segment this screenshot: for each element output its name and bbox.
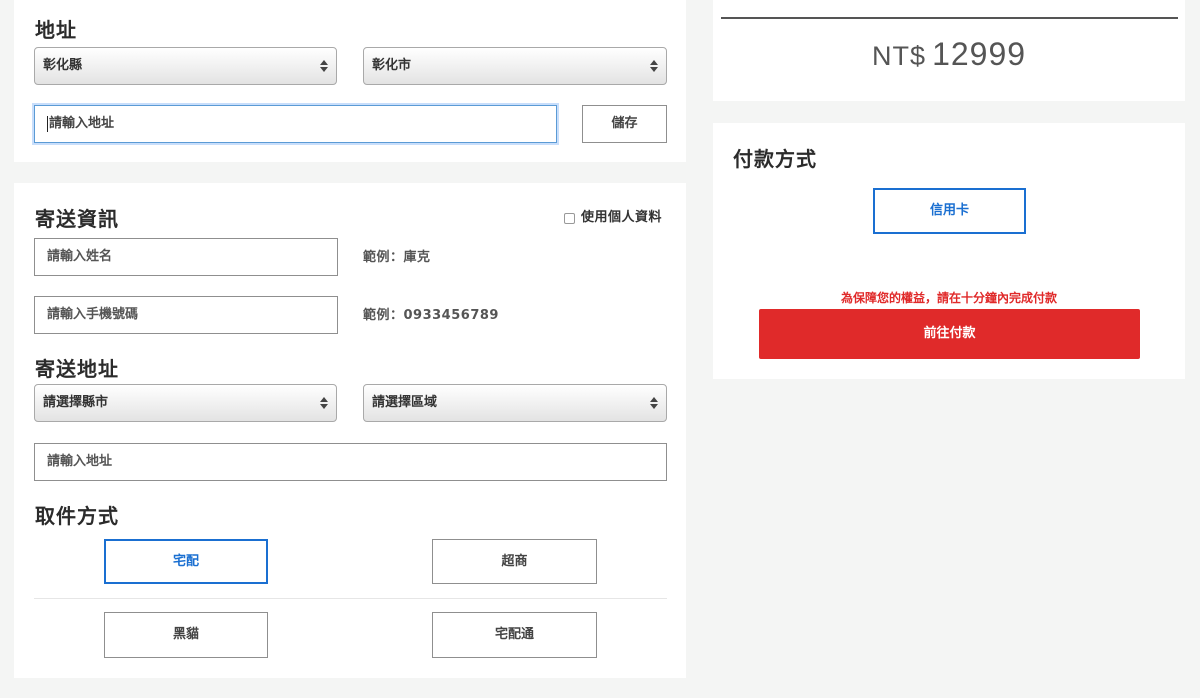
pickup-option-black-cat[interactable]: 黑貓	[104, 612, 268, 658]
credit-card-option[interactable]: 信用卡	[873, 188, 1026, 234]
shipping-address-input[interactable]: 請輸入地址	[34, 443, 667, 481]
name-hint: 範例：庫克	[363, 250, 431, 265]
select-arrows-icon	[320, 57, 328, 75]
shipping-info-title: 寄送資訊	[35, 207, 119, 231]
city-select[interactable]: 彰化市	[363, 47, 667, 85]
address-input-placeholder: 請輸入地址	[49, 116, 115, 131]
city-select-value: 彰化市	[372, 58, 412, 73]
address-card: 地址 彰化縣 彰化市 請輸入地址 儲存	[14, 0, 686, 162]
shipping-address-title: 寄送地址	[35, 357, 119, 381]
currency-label: NT$	[871, 41, 926, 71]
county-select[interactable]: 彰化縣	[34, 47, 337, 85]
pickup-option-home-delivery[interactable]: 宅配	[104, 539, 268, 584]
total-value: 12999	[932, 36, 1027, 72]
pickup-option-express[interactable]: 宅配通	[432, 612, 597, 658]
payment-title: 付款方式	[733, 147, 817, 171]
pickup-divider	[34, 598, 667, 599]
shipping-county-value: 請選擇縣市	[43, 395, 109, 410]
use-profile-label[interactable]: 使用個人資料	[581, 206, 662, 225]
name-input[interactable]: 請輸入姓名	[34, 238, 338, 276]
select-arrows-icon	[650, 57, 658, 75]
select-arrows-icon	[320, 394, 328, 412]
payment-card: 付款方式 信用卡 為保障您的權益，請在十分鐘內完成付款 前往付款	[713, 123, 1185, 379]
shipping-county-select[interactable]: 請選擇縣市	[34, 384, 337, 422]
address-input[interactable]: 請輸入地址	[34, 105, 557, 143]
pickup-title: 取件方式	[35, 504, 119, 528]
total-top-rule	[721, 17, 1178, 19]
phone-hint: 範例：0933456789	[363, 308, 499, 323]
select-arrows-icon	[650, 394, 658, 412]
county-select-value: 彰化縣	[43, 58, 83, 73]
pickup-option-convenience-store[interactable]: 超商	[432, 539, 597, 584]
address-title: 地址	[35, 18, 77, 42]
use-profile-checkbox[interactable]	[564, 213, 575, 224]
shipping-card: 寄送資訊 使用個人資料 請輸入姓名 範例：庫克 請輸入手機號碼 範例：09334…	[14, 183, 686, 678]
shipping-district-value: 請選擇區域	[372, 395, 438, 410]
save-button[interactable]: 儲存	[582, 105, 667, 143]
phone-input[interactable]: 請輸入手機號碼	[34, 296, 338, 334]
shipping-district-select[interactable]: 請選擇區域	[363, 384, 667, 422]
pay-button[interactable]: 前往付款	[759, 309, 1140, 359]
text-caret	[47, 115, 48, 132]
total-card: NT$ 12999	[713, 0, 1185, 101]
payment-warning: 為保障您的權益，請在十分鐘內完成付款	[840, 291, 1057, 305]
total-amount: NT$ 12999	[713, 36, 1185, 73]
